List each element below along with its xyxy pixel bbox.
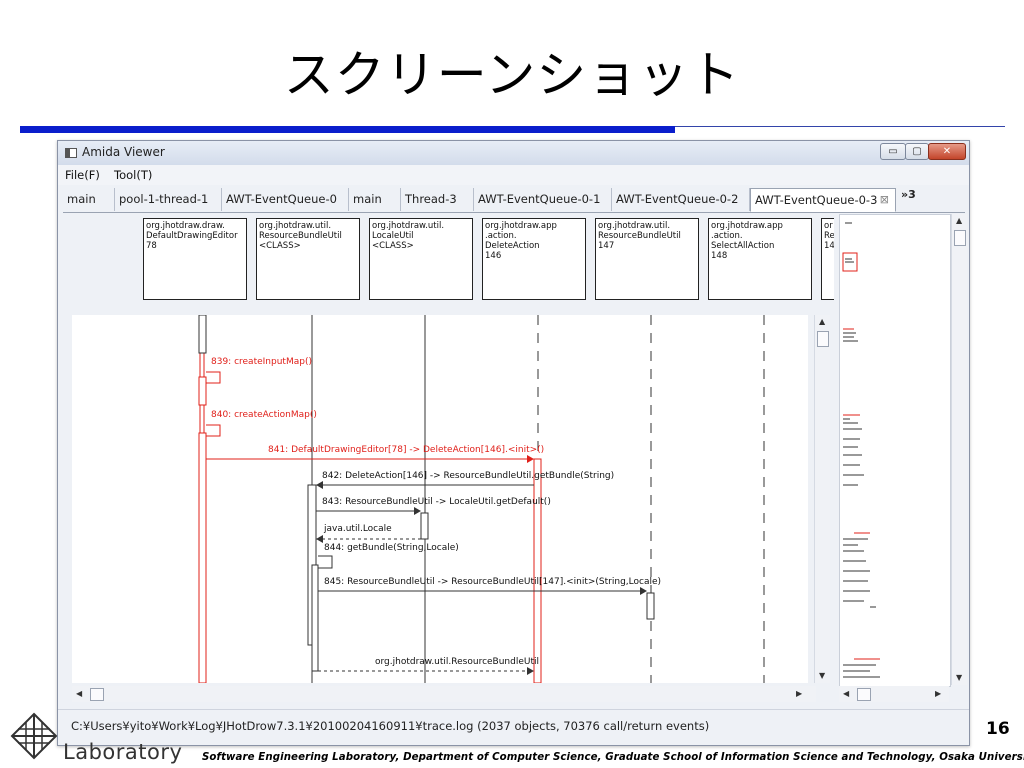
tab-thread-3[interactable]: Thread-3: [401, 188, 474, 211]
message-label: 843: ResourceBundleUtil -> LocaleUtil.ge…: [322, 497, 551, 507]
activation-bar: [420, 512, 429, 540]
thread-tabbar: main pool-1-thread-1 AWT-EventQueue-0 ma…: [63, 188, 965, 213]
tab-overflow-button[interactable]: »3: [901, 188, 916, 201]
tab-awt-eventqueue-0-2[interactable]: AWT-EventQueue-0-2: [612, 188, 750, 211]
overview-canvas: [842, 222, 880, 678]
activation-bar: [198, 315, 207, 354]
arrow-head: [414, 507, 421, 515]
tab-label: main: [67, 192, 96, 206]
close-button[interactable]: ✕: [928, 143, 966, 160]
self-call-arrow: [318, 555, 333, 569]
overview-vertical-scrollbar[interactable]: ▲ ▼: [951, 214, 967, 685]
app-icon: [65, 148, 77, 158]
status-bar: C:¥Users¥yito¥Work¥Log¥JHotDrow7.3.1¥201…: [58, 709, 969, 744]
minimize-button[interactable]: ▭: [880, 143, 906, 160]
message-label: 845: ResourceBundleUtil -> ResourceBundl…: [324, 577, 661, 587]
tab-awt-eventqueue-0-1[interactable]: AWT-EventQueue-0-1: [474, 188, 612, 211]
scroll-up-icon[interactable]: ▲: [956, 216, 962, 225]
scroll-thumb[interactable]: [90, 688, 104, 701]
activation-bar: [533, 458, 542, 683]
scroll-up-icon[interactable]: ▲: [819, 317, 825, 326]
diagram-horizontal-scrollbar[interactable]: ◀ ▶: [72, 686, 816, 702]
message-label: 842: DeleteAction[146] -> ResourceBundle…: [322, 471, 614, 481]
lifeline-box[interactable]: org.jhotdraw.draw. DefaultDrawingEditor …: [143, 218, 247, 300]
message-label: 841: DefaultDrawingEditor[78] -> DeleteA…: [268, 445, 544, 455]
sequence-diagram-canvas: 839: createInputMap() 840: createActionM…: [198, 315, 765, 683]
message-label: org.jhotdraw.util.ResourceBundleUtil: [375, 657, 539, 667]
window-title: Amida Viewer: [82, 145, 165, 159]
lifeline-box[interactable]: org.jhotdraw.util. ResourceBundleUtil <C…: [256, 218, 360, 300]
logo-text: Laboratory: [63, 740, 183, 764]
menu-tool[interactable]: Tool(T): [114, 168, 152, 182]
activation-bar: [311, 564, 319, 672]
tab-close-icon[interactable]: ⊠: [880, 189, 889, 211]
footer-text: Software Engineering Laboratory, Departm…: [202, 752, 1024, 763]
lifeline-box[interactable]: org.jhotdraw.app .action. SelectAllActio…: [708, 218, 812, 300]
tab-label: pool-1-thread-1: [119, 192, 209, 206]
amida-viewer-window: Amida Viewer ▭ ▢ ✕ File(F) Tool(T) main …: [57, 140, 970, 746]
arrow-head: [316, 481, 323, 489]
tab-label: AWT-EventQueue-0-1: [478, 192, 601, 206]
tab-pool-1-thread-1[interactable]: pool-1-thread-1: [115, 188, 222, 211]
scroll-thumb[interactable]: [857, 688, 871, 701]
scroll-thumb[interactable]: [954, 230, 966, 246]
menu-file[interactable]: File(F): [65, 168, 100, 182]
tab-main[interactable]: main: [63, 188, 115, 211]
tab-label: AWT-EventQueue-0-3: [755, 193, 878, 207]
title-rule: [20, 126, 675, 133]
tab-main-2[interactable]: main: [349, 188, 401, 211]
scroll-down-icon[interactable]: ▼: [956, 673, 962, 682]
message-label: 840: createActionMap(): [211, 410, 317, 420]
activation-bar: [198, 432, 207, 683]
slide-title: スクリーンショット: [283, 46, 741, 104]
tab-label: main: [353, 192, 382, 206]
activation-bar: [646, 592, 655, 620]
overview-horizontal-scrollbar[interactable]: ◀ ▶: [839, 686, 949, 702]
self-call-arrow: [206, 424, 221, 437]
lifeline-box[interactable]: org.jhotdraw.app .action. DeleteAction 1…: [482, 218, 586, 300]
arrow-head: [527, 667, 534, 675]
diagram-vertical-scrollbar[interactable]: ▲ ▼: [814, 315, 830, 683]
arrow-head: [640, 587, 647, 595]
tab-label: Thread-3: [405, 192, 457, 206]
maximize-button[interactable]: ▢: [905, 143, 929, 160]
window-titlebar[interactable]: Amida Viewer ▭ ▢ ✕: [58, 141, 969, 165]
tab-awt-eventqueue-0[interactable]: AWT-EventQueue-0: [222, 188, 349, 211]
scroll-left-icon[interactable]: ◀: [76, 689, 82, 698]
scroll-right-icon[interactable]: ▶: [796, 689, 802, 698]
sequence-diagram[interactable]: 839: createInputMap() 840: createActionM…: [72, 315, 808, 683]
message-label: 839: createInputMap(): [211, 357, 312, 367]
message-label: java.util.Locale: [323, 524, 392, 534]
message-label: 844: getBundle(String,Locale): [324, 543, 459, 553]
laboratory-logo-icon: [10, 712, 58, 760]
arrow-head: [316, 535, 323, 543]
lifeline-box[interactable]: org.jhotdraw.util. ResourceBundleUtil 14…: [595, 218, 699, 300]
page-number: 16: [986, 719, 1010, 739]
tab-awt-eventqueue-0-3[interactable]: AWT-EventQueue-0-3 ⊠: [750, 188, 896, 212]
overview-minimap[interactable]: [839, 214, 951, 687]
status-text: C:¥Users¥yito¥Work¥Log¥JHotDrow7.3.1¥201…: [71, 719, 710, 733]
title-rule-thin: [675, 126, 1005, 127]
lifeline-box[interactable]: org.jhotdraw.util. LocaleUtil <CLASS>: [369, 218, 473, 300]
lifeline-header-panel: org.jhotdraw.draw. DefaultDrawingEditor …: [72, 214, 834, 304]
tab-label: AWT-EventQueue-0: [226, 192, 337, 206]
lifeline-box[interactable]: or Re 14: [821, 218, 834, 300]
scroll-right-icon[interactable]: ▶: [935, 689, 941, 698]
scroll-thumb[interactable]: [817, 331, 829, 347]
self-call-arrow: [206, 371, 221, 384]
scroll-left-icon[interactable]: ◀: [843, 689, 849, 698]
tab-label: AWT-EventQueue-0-2: [616, 192, 739, 206]
arrow-head: [527, 455, 534, 463]
menubar: File(F) Tool(T): [58, 165, 969, 185]
activation-bar: [198, 376, 207, 406]
scroll-down-icon[interactable]: ▼: [819, 671, 825, 680]
